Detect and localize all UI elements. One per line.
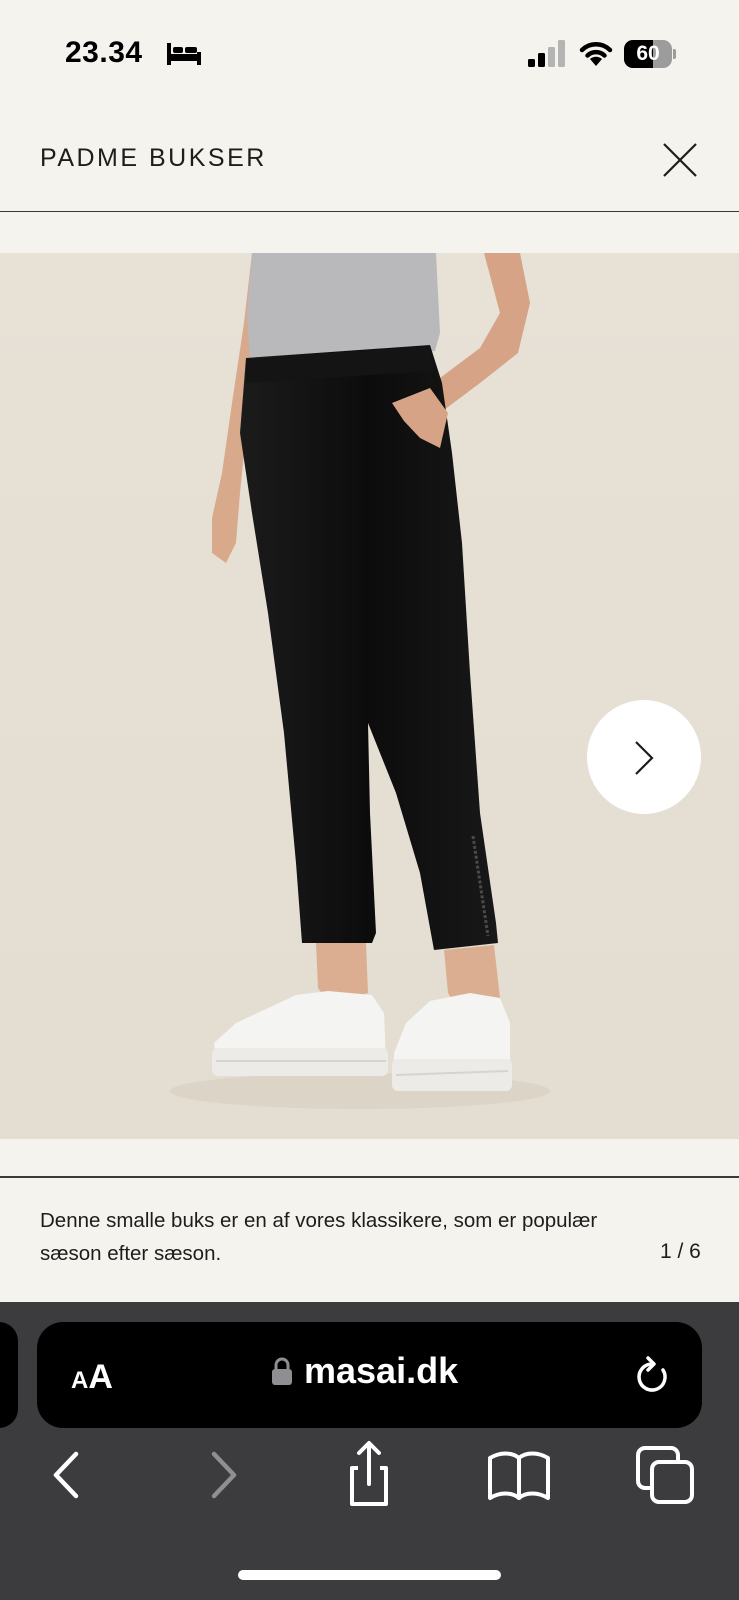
- status-time: 23.34: [65, 36, 143, 69]
- battery-percent: 60: [636, 42, 660, 65]
- browser-nav-row: [0, 1440, 739, 1520]
- url-text: masai.dk: [304, 1350, 459, 1391]
- tabs-icon[interactable]: [634, 1440, 704, 1510]
- browser-toolbar: AA masai.dk: [0, 1302, 739, 1600]
- product-image-gallery[interactable]: [0, 253, 739, 1139]
- address-bar[interactable]: AA masai.dk: [37, 1322, 702, 1428]
- lock-icon: [272, 1357, 292, 1385]
- product-description: Denne smalle buks er en af vores klassik…: [40, 1209, 598, 1265]
- cellular-signal-icon: [528, 40, 565, 67]
- product-title: PADME BUKSER: [40, 144, 267, 172]
- image-counter: 1 / 6: [660, 1240, 701, 1263]
- bookmarks-icon[interactable]: [484, 1440, 554, 1510]
- wifi-icon: [579, 42, 613, 66]
- divider: [0, 1176, 739, 1178]
- product-image: [170, 253, 550, 1109]
- close-icon[interactable]: [660, 140, 700, 180]
- chevron-right-icon: [635, 741, 654, 775]
- share-icon[interactable]: [334, 1440, 404, 1510]
- reload-icon[interactable]: [633, 1356, 671, 1396]
- status-bar: 23.34 60: [0, 0, 739, 100]
- reader-settings-button[interactable]: AA: [71, 1358, 113, 1397]
- next-image-button[interactable]: [587, 700, 701, 814]
- bed-icon: [167, 43, 201, 65]
- previous-tab-preview[interactable]: [0, 1322, 18, 1428]
- product-header: PADME BUKSER: [0, 110, 739, 212]
- forward-icon[interactable]: [186, 1440, 256, 1510]
- battery-icon: 60: [624, 40, 676, 68]
- back-icon[interactable]: [34, 1440, 104, 1510]
- home-indicator[interactable]: [238, 1570, 501, 1580]
